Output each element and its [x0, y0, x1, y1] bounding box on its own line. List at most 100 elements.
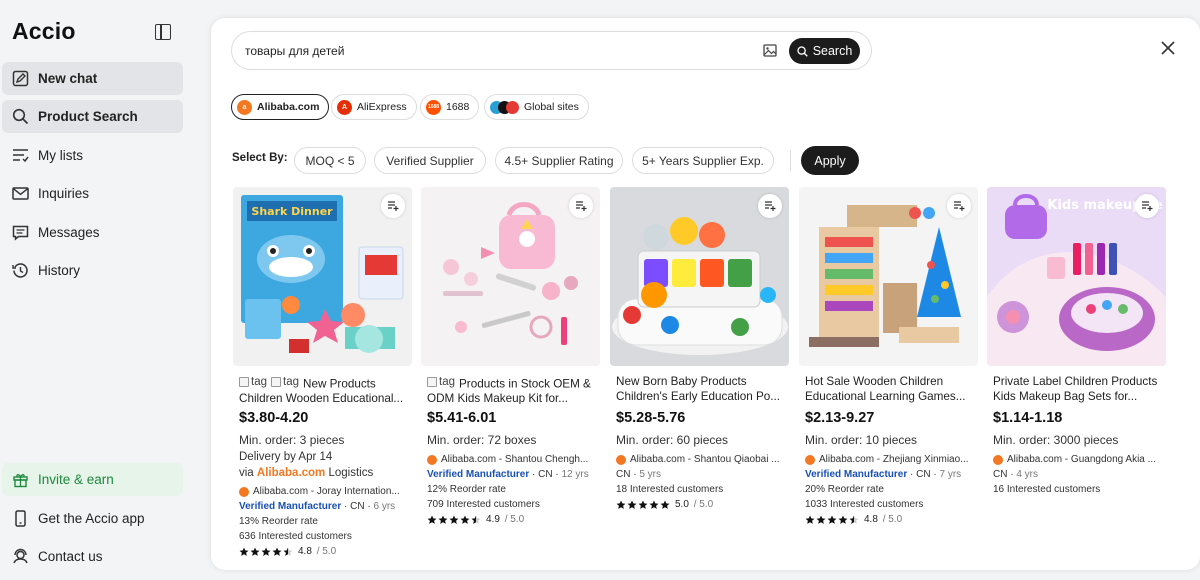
min-order: Min. order: 72 boxes — [427, 433, 537, 447]
alibaba-logo-icon: a — [237, 99, 252, 115]
site-chip-aliexpress[interactable]: A AliExpress — [331, 94, 417, 120]
supplier-icon — [616, 454, 626, 465]
star-icon — [660, 500, 670, 509]
star-icon — [239, 547, 249, 556]
add-to-list-icon[interactable] — [1135, 194, 1159, 218]
image-search-icon[interactable] — [763, 44, 777, 62]
supplier-name[interactable]: Alibaba.com - Guangdong Akia ... — [993, 454, 1160, 465]
add-to-list-icon[interactable] — [569, 194, 593, 218]
rating: 4.8 / 5.0 — [239, 546, 406, 557]
supplier-name[interactable]: Alibaba.com - Shantou Chengh... — [427, 454, 594, 465]
product-card[interactable]: Hot Sale Wooden Children Educational Lea… — [799, 187, 978, 525]
star-rating-icon — [616, 500, 670, 510]
product-title[interactable]: tag Products in Stock OEM & ODM Kids Make… — [427, 375, 594, 404]
product-title[interactable]: Hot Sale Wooden Children Educational Lea… — [805, 375, 972, 404]
verified-manufacturer-badge: Verified Manufacturer — [239, 501, 342, 512]
site-chip-label: Global sites — [524, 101, 579, 113]
sidebar-item-history[interactable]: History — [2, 254, 183, 287]
star-icon — [438, 515, 448, 524]
sidebar-item-my-lists[interactable]: My lists — [2, 139, 183, 172]
add-to-list-icon[interactable] — [381, 194, 405, 218]
supplier-badges: CN · 5 yrs — [616, 469, 662, 480]
interested-customers: 18 Interested customers — [616, 484, 724, 495]
supplier-name[interactable]: Alibaba.com - Joray Internation... — [239, 486, 406, 497]
new-chat-icon — [2, 70, 38, 87]
supplier-name[interactable]: Alibaba.com - Shantou Qiaobai ... — [616, 454, 783, 465]
filter-moq[interactable]: MOQ < 5 — [294, 147, 366, 174]
product-card[interactable]: New Born Baby Products Children's Early … — [610, 187, 789, 510]
delivery-date: Delivery by Apr 14 — [239, 451, 333, 463]
star-icon — [460, 515, 470, 524]
product-price: $2.13-9.27 — [805, 410, 875, 426]
product-title[interactable]: Private Label Children Products Kids Mak… — [993, 375, 1160, 404]
history-icon — [2, 262, 38, 279]
product-image[interactable]: Kids makeup se — [987, 187, 1166, 366]
sidebar-item-label: Invite & earn — [38, 472, 114, 487]
search-button[interactable]: Search — [789, 38, 860, 64]
sidebar-item-product-search[interactable]: Product Search — [2, 100, 183, 133]
sidebar-item-messages[interactable]: Messages — [2, 216, 183, 249]
star-icon — [649, 500, 659, 509]
select-by-label: Select By: — [232, 152, 288, 164]
product-image[interactable] — [421, 187, 600, 366]
product-price: $3.80-4.20 — [239, 410, 309, 426]
star-icon — [849, 515, 859, 524]
supplier-icon — [239, 486, 249, 497]
interested-customers: 636 Interested customers — [239, 531, 352, 542]
product-card[interactable]: Shark Dinner tag tag New Products Childr… — [233, 187, 412, 557]
product-image[interactable] — [799, 187, 978, 366]
sidebar-item-invite[interactable]: Invite & earn — [2, 463, 183, 496]
supplier-name[interactable]: Alibaba.com - Zhejiang Xinmiao... — [805, 454, 972, 465]
product-image[interactable]: Shark Dinner — [233, 187, 412, 366]
star-icon — [261, 547, 271, 556]
verified-manufacturer-badge: Verified Manufacturer — [805, 469, 908, 480]
rating: 4.8 / 5.0 — [805, 514, 972, 525]
phone-icon — [2, 510, 38, 527]
product-title[interactable]: New Born Baby Products Children's Early … — [616, 375, 783, 404]
star-icon — [427, 515, 437, 524]
rating: 4.9 / 5.0 — [427, 514, 594, 525]
filter-verified-supplier[interactable]: Verified Supplier — [374, 147, 486, 174]
apply-button[interactable]: Apply — [801, 146, 859, 175]
site-chip-global-sites[interactable]: Global sites — [484, 94, 589, 120]
headset-icon — [2, 548, 38, 565]
aliexpress-logo-icon: A — [337, 99, 352, 115]
sidebar: Accio New chat Product Search My lists I… — [0, 0, 193, 580]
sidebar-item-label: Inquiries — [38, 186, 90, 201]
sidebar-item-inquiries[interactable]: Inquiries — [2, 177, 183, 210]
product-title[interactable]: tag tag New Products Children Wooden Educa… — [239, 375, 406, 404]
search-input[interactable] — [245, 43, 745, 58]
min-order: Min. order: 10 pieces — [805, 433, 918, 447]
collapse-sidebar-icon[interactable] — [155, 24, 171, 40]
broken-image-icon: tag — [427, 375, 455, 390]
broken-image-icon: tag — [271, 375, 299, 390]
product-price: $1.14-1.18 — [993, 410, 1063, 426]
product-search-panel: Search a Alibaba.com A AliExpress 1688 1… — [211, 18, 1200, 570]
min-order: Min. order: 3 pieces — [239, 433, 345, 447]
gift-icon — [2, 471, 38, 488]
product-card[interactable]: Kids makeup se Private Label Children Pr… — [987, 187, 1166, 495]
site-chip-1688[interactable]: 1688 1688 — [420, 94, 480, 120]
product-card[interactable]: tag Products in Stock OEM & ODM Kids Make… — [421, 187, 600, 525]
add-to-list-icon[interactable] — [947, 194, 971, 218]
search-bar: Search — [231, 31, 872, 70]
sidebar-item-new-chat[interactable]: New chat — [2, 62, 183, 95]
star-icon — [616, 500, 626, 509]
search-icon — [797, 45, 808, 57]
sidebar-item-label: History — [38, 263, 81, 278]
sidebar-item-label: Contact us — [38, 549, 103, 564]
sidebar-item-label: My lists — [38, 148, 83, 163]
sidebar-item-get-app[interactable]: Get the Accio app — [2, 502, 183, 535]
sidebar-item-contact[interactable]: Contact us — [2, 540, 183, 573]
filter-supplier-experience[interactable]: 5+ Years Supplier Exp. — [632, 147, 774, 174]
close-icon[interactable] — [1161, 41, 1175, 60]
app-logo[interactable]: Accio — [12, 18, 76, 45]
search-icon — [2, 108, 38, 125]
star-rating-icon — [805, 515, 859, 525]
site-chip-alibaba[interactable]: a Alibaba.com — [231, 94, 330, 120]
add-to-list-icon[interactable] — [758, 194, 782, 218]
min-order: Min. order: 3000 pieces — [993, 433, 1119, 447]
filter-supplier-rating[interactable]: 4.5+ Supplier Rating — [495, 147, 623, 174]
star-icon — [838, 515, 848, 524]
product-image[interactable] — [610, 187, 789, 366]
